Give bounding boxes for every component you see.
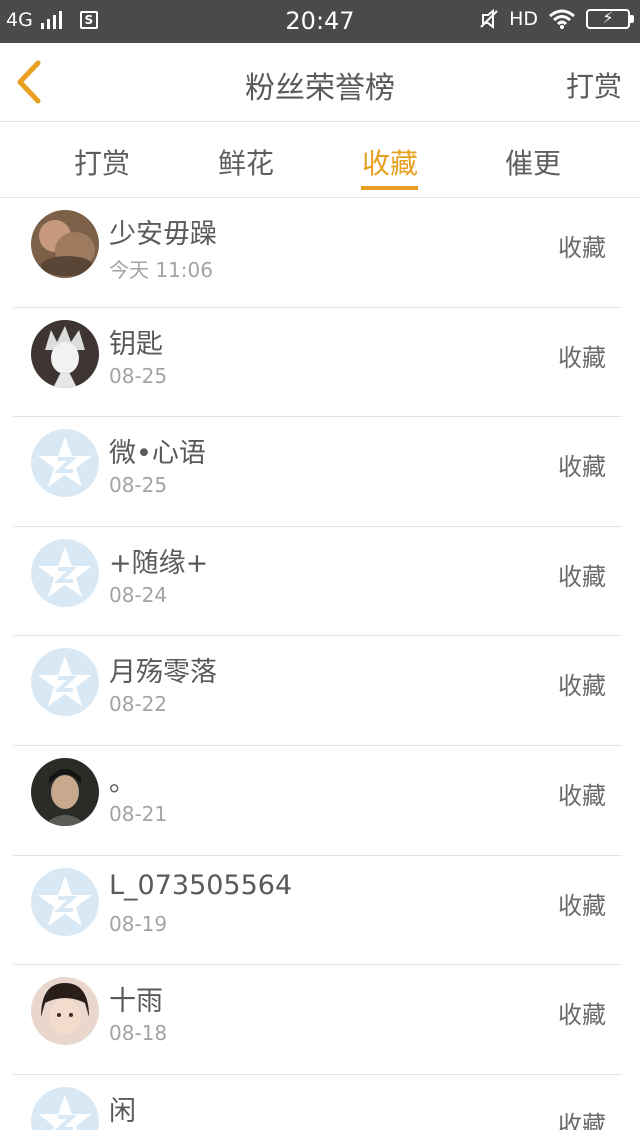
fan-action: 收藏	[558, 1110, 606, 1130]
fan-date: 08-25	[109, 363, 168, 388]
fan-name: 月殇零落	[109, 657, 217, 689]
tab-bar: 打赏 鲜花 收藏 催更	[0, 122, 640, 198]
list-item[interactable]: +随缘+ 08-24 收藏	[13, 527, 622, 637]
list-item[interactable]: 月殇零落 08-22 收藏	[13, 636, 622, 746]
list-item[interactable]: 十雨 08-18 收藏	[13, 965, 622, 1075]
avatar	[31, 319, 99, 388]
fan-action: 收藏	[558, 781, 606, 810]
default-star-avatar-icon	[31, 429, 99, 498]
avatar	[31, 977, 99, 1046]
hd-label: HD	[509, 8, 538, 30]
tab-favorites[interactable]: 收藏	[330, 142, 450, 182]
fan-action: 收藏	[558, 891, 606, 920]
avatar	[31, 210, 99, 278]
page-title: 粉丝荣誉榜	[245, 71, 395, 106]
fans-list: 少安毋躁 今天 11:06 收藏 钥匙 08-25 收藏 微•心语 08-25 …	[0, 198, 640, 1130]
mute-icon	[480, 9, 498, 29]
list-item[interactable]: 闲 收藏	[13, 1075, 622, 1130]
list-item[interactable]: L_073505564 08-19 收藏	[13, 856, 622, 966]
battery-icon: ⚡	[586, 8, 634, 29]
fan-name: L_073505564	[109, 869, 293, 901]
list-item[interactable]: 钥匙 08-25 收藏	[13, 308, 622, 418]
fan-name: 少安毋躁	[109, 219, 217, 250]
fan-date: 08-18	[109, 1021, 168, 1046]
fan-action: 收藏	[558, 343, 606, 372]
default-star-avatar-icon	[31, 867, 99, 936]
fan-name: 。	[109, 766, 136, 798]
fan-date: 08-21	[109, 801, 168, 826]
default-star-avatar-icon	[31, 538, 99, 607]
fan-name: 钥匙	[109, 328, 163, 360]
tab-reward[interactable]: 打赏	[42, 142, 162, 182]
status-bar: 4G S 20:47 HD ⚡	[0, 0, 640, 43]
tab-flowers[interactable]: 鲜花	[186, 142, 306, 182]
avatar	[31, 757, 99, 826]
fan-action: 收藏	[558, 562, 606, 591]
fan-action: 收藏	[558, 672, 606, 701]
wifi-icon	[549, 9, 575, 29]
nav-header: 粉丝荣誉榜 打赏	[0, 43, 640, 122]
fan-date: 08-19	[109, 911, 168, 936]
active-tab-indicator	[361, 186, 418, 190]
reward-button[interactable]: 打赏	[566, 65, 622, 105]
fan-date: 08-25	[109, 473, 168, 498]
list-item[interactable]: 微•心语 08-25 收藏	[13, 417, 622, 527]
fan-date: 今天 11:06	[109, 258, 213, 282]
fan-action: 收藏	[558, 1001, 606, 1030]
fan-action: 收藏	[558, 234, 606, 262]
fan-date: 08-24	[109, 582, 168, 607]
fan-name: 十雨	[109, 986, 163, 1018]
fan-name: +随缘+	[109, 547, 209, 579]
list-item[interactable]: 少安毋躁 今天 11:06 收藏	[13, 198, 622, 308]
tab-urge-update[interactable]: 催更	[473, 142, 593, 182]
fan-name: 微•心语	[109, 438, 206, 470]
fan-date: 08-22	[109, 692, 168, 717]
fan-action: 收藏	[558, 453, 606, 482]
fan-name: 闲	[109, 1095, 136, 1127]
default-star-avatar-icon	[31, 1086, 99, 1130]
default-star-avatar-icon	[31, 648, 99, 717]
list-item[interactable]: 。 08-21 收藏	[13, 746, 622, 856]
status-right: HD ⚡	[479, 8, 634, 30]
